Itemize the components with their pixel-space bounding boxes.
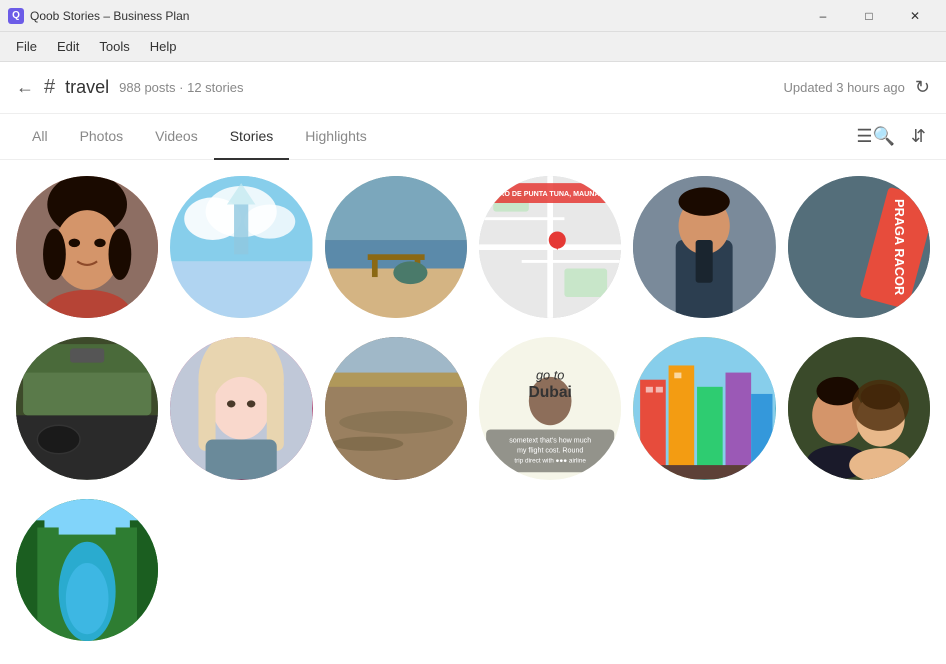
svg-text:FARO DE PUNTA TUNA, MAUNABO: FARO DE PUNTA TUNA, MAUNABO <box>490 190 611 198</box>
story-item[interactable] <box>788 337 930 479</box>
maximize-button[interactable]: □ <box>846 0 892 32</box>
tag-name: travel <box>65 77 109 98</box>
hashtag-icon: # <box>44 76 55 99</box>
tab-highlights[interactable]: Highlights <box>289 115 382 160</box>
top-bar-left: ← # travel 988 posts · 12 stories <box>16 76 243 99</box>
svg-text:PRAGA RACOR: PRAGA RACOR <box>891 199 906 295</box>
menu-edit[interactable]: Edit <box>49 35 87 58</box>
story-item[interactable] <box>633 337 775 479</box>
story-item[interactable]: FARO DE PUNTA TUNA, MAUNABO <box>479 176 621 318</box>
tab-all[interactable]: All <box>16 115 64 160</box>
tab-actions: ☰🔍 ⇵ <box>852 122 930 151</box>
app-icon: Q <box>8 8 24 24</box>
story-item[interactable] <box>16 337 158 479</box>
story-item[interactable] <box>16 176 158 318</box>
sort-button[interactable]: ⇵ <box>907 122 930 151</box>
search-filter-icon: ☰🔍 <box>856 126 895 146</box>
search-filter-button[interactable]: ☰🔍 <box>852 122 899 151</box>
nav-tabs: All Photos Videos Stories Highlights ☰🔍 … <box>0 114 946 160</box>
menu-help[interactable]: Help <box>142 35 185 58</box>
svg-text:my flight cost. Round: my flight cost. Round <box>517 447 583 455</box>
story-item[interactable] <box>325 337 467 479</box>
menu-tools[interactable]: Tools <box>91 35 137 58</box>
story-item[interactable] <box>16 499 158 641</box>
back-button[interactable]: ← <box>16 77 34 98</box>
top-bar: ← # travel 988 posts · 12 stories Update… <box>0 62 946 114</box>
menu-file[interactable]: File <box>8 35 45 58</box>
tabs-list: All Photos Videos Stories Highlights <box>16 114 383 159</box>
window-controls: – □ ✕ <box>800 0 938 32</box>
top-bar-right: Updated 3 hours ago ↻ <box>783 77 930 98</box>
svg-text:trip direct with ●●● airline: trip direct with ●●● airline <box>514 458 586 465</box>
story-item[interactable] <box>170 176 312 318</box>
tab-photos[interactable]: Photos <box>64 115 140 160</box>
minimize-button[interactable]: – <box>800 0 846 32</box>
svg-text:Dubai: Dubai <box>528 384 571 401</box>
refresh-button[interactable]: ↻ <box>915 77 930 98</box>
tab-stories[interactable]: Stories <box>214 115 290 160</box>
stories-grid: FARO DE PUNTA TUNA, MAUNABO PRAGA RACOR <box>0 160 946 664</box>
post-count: 988 posts · 12 stories <box>119 80 243 95</box>
story-item[interactable]: sometext that's how much my flight cost.… <box>479 337 621 479</box>
story-item[interactable]: PRAGA RACOR <box>788 176 930 318</box>
sort-icon: ⇵ <box>911 126 926 146</box>
tab-videos[interactable]: Videos <box>139 115 214 160</box>
svg-text:sometext that's how much: sometext that's how much <box>509 437 591 445</box>
app-title: Qoob Stories – Business Plan <box>30 9 189 23</box>
story-item[interactable] <box>633 176 775 318</box>
title-bar-left: Q Qoob Stories – Business Plan <box>8 8 189 24</box>
story-item[interactable] <box>170 337 312 479</box>
svg-text:go to: go to <box>536 368 564 383</box>
updated-text: Updated 3 hours ago <box>783 80 904 95</box>
title-bar: Q Qoob Stories – Business Plan – □ ✕ <box>0 0 946 32</box>
menu-bar: File Edit Tools Help <box>0 32 946 62</box>
story-item[interactable] <box>325 176 467 318</box>
close-button[interactable]: ✕ <box>892 0 938 32</box>
